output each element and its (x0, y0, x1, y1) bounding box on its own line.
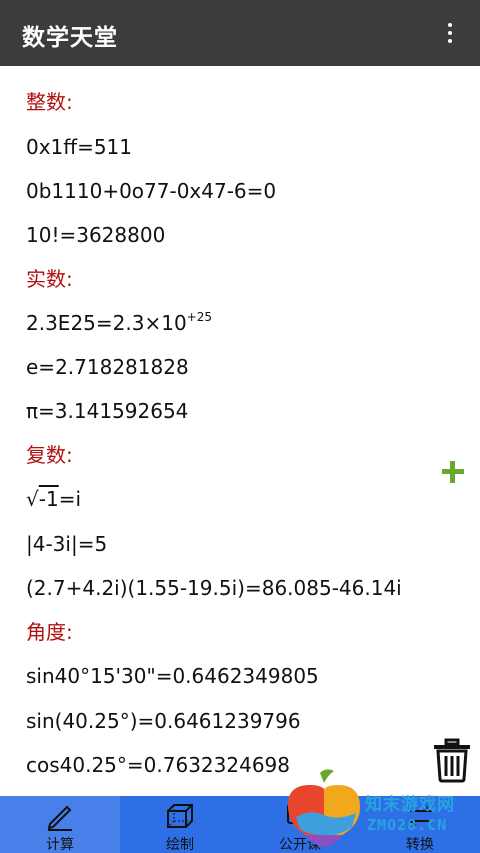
tab-calculate[interactable]: 计算 (0, 796, 120, 853)
class-icon (287, 804, 313, 829)
tab-open-class[interactable]: 公开课 (240, 796, 360, 853)
section-heading-complex: 复数: (26, 443, 73, 467)
expression-line[interactable]: sin(40.25°)=0.6461239796 (26, 706, 301, 736)
sci-base: 2.3E25=2.3×10 (26, 311, 187, 335)
expression-line[interactable]: cos40.25°=0.7632324698 (26, 750, 290, 780)
plus-icon[interactable] (440, 459, 466, 485)
trash-icon[interactable] (431, 737, 473, 783)
section-heading-real: 实数: (26, 267, 73, 291)
section-heading-integer: 整数: (26, 90, 73, 114)
expression-line[interactable]: |4-3i|=5 (26, 529, 107, 559)
expression-line[interactable]: π=3.141592654 (26, 396, 188, 426)
section-heading-angle: 角度: (26, 620, 73, 644)
expression-line-sqrt[interactable]: √-1=i (26, 484, 81, 514)
sci-exponent: +25 (186, 310, 212, 324)
tab-draw[interactable]: 绘制 (120, 796, 240, 853)
sqrt-sign: √ (26, 487, 39, 511)
watermark-url: ZMO28.CN (367, 816, 448, 834)
expression-line[interactable]: (2.7+4.2i)(1.55-19.5i)=86.085-46.14i (26, 573, 402, 603)
tab-label: 绘制 (166, 837, 194, 853)
cube-icon (167, 804, 193, 828)
tab-label: 转换 (406, 837, 434, 853)
expression-line[interactable]: 10!=3628800 (26, 220, 165, 250)
expression-line[interactable]: e=2.718281828 (26, 352, 189, 382)
app-bar: 数学天堂 (0, 0, 480, 66)
expression-line[interactable]: 0x1ff=511 (26, 132, 132, 162)
tab-label: 计算 (46, 837, 74, 853)
watermark-name: 知末游戏网 (365, 795, 455, 815)
more-vert-icon[interactable] (440, 18, 460, 48)
expression-line[interactable]: 0b1110+0o77-0x47-6=0 (26, 176, 276, 206)
app-title: 数学天堂 (22, 25, 118, 51)
tab-label: 公开课 (279, 837, 321, 853)
pencil-icon (47, 805, 72, 831)
sqrt-radicand: -1 (38, 487, 59, 511)
sqrt-result: =i (58, 487, 82, 511)
expression-line-scientific[interactable]: 2.3E25=2.3×10+25 (26, 308, 212, 338)
expression-list: 整数: 0x1ff=511 0b1110+0o77-0x47-6=0 10!=3… (0, 66, 480, 796)
expression-line[interactable]: sin40°15'30"=0.6462349805 (26, 661, 319, 691)
